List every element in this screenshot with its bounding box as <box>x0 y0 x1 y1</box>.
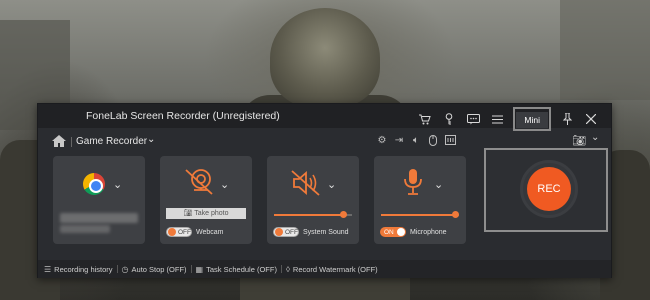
export-icon[interactable]: ⇥ <box>393 135 405 147</box>
slider-knob[interactable] <box>340 211 347 218</box>
clock-icon: ◷ <box>121 264 129 274</box>
recording-history-label: Recording history <box>54 264 113 274</box>
auto-stop-label: Auto Stop (OFF) <box>131 264 187 274</box>
source-card[interactable]: ⌄ <box>53 156 145 244</box>
speaker-muted-icon <box>291 170 320 196</box>
system-sound-toggle[interactable]: OFF <box>273 227 299 237</box>
take-photo-label: Take photo <box>194 210 229 217</box>
close-icon[interactable] <box>579 110 603 128</box>
chat-icon[interactable] <box>461 110 485 128</box>
camera-icon: 📷︎ <box>183 210 195 217</box>
system-sound-card[interactable]: ⌄ OFF System Sound <box>267 156 359 244</box>
settings-icon[interactable]: ⚙ <box>376 135 388 147</box>
slider-fill <box>381 214 455 216</box>
home-icon[interactable] <box>52 135 66 147</box>
background-building <box>560 0 650 100</box>
background-soldier-helmet <box>270 8 380 108</box>
chrome-icon <box>83 173 105 195</box>
system-sound-slider[interactable] <box>274 211 352 218</box>
toggle-state: ON <box>384 228 394 236</box>
menu-icon[interactable] <box>485 110 509 128</box>
pin-icon[interactable] <box>555 110 579 128</box>
chevron-down-icon[interactable]: ⌄ <box>327 178 336 191</box>
auto-stop-link[interactable]: ◷ Auto Stop (OFF) <box>122 265 187 274</box>
key-icon[interactable] <box>437 110 461 128</box>
slider-fill <box>274 214 343 216</box>
system-sound-label: System Sound <box>303 229 349 236</box>
drop-icon: ◊ <box>285 264 290 274</box>
record-watermark-label: Record Watermark (OFF) <box>292 264 378 274</box>
microphone-card[interactable]: ⌄ ON Microphone <box>374 156 466 244</box>
microphone-label: Microphone <box>410 229 447 236</box>
list-icon: ☰ <box>44 264 52 274</box>
webcam-label: Webcam <box>196 229 224 236</box>
rec-button[interactable]: REC <box>527 167 571 211</box>
microphone-slider[interactable] <box>381 211 459 218</box>
divider <box>190 265 192 273</box>
screenshot-camera-icon[interactable]: 📷︎ <box>572 134 586 147</box>
divider <box>71 137 72 147</box>
app-title: FoneLab Screen Recorder (Unregistered) <box>86 110 280 122</box>
mini-button-frame: Mini <box>513 107 551 131</box>
layout-icon[interactable] <box>444 135 456 147</box>
toggle-state: OFF <box>285 228 298 236</box>
webcam-card[interactable]: ⌄ 📷︎ Take photo OFF Webcam <box>160 156 252 244</box>
toggle-state: OFF <box>178 228 191 236</box>
chevron-down-icon[interactable]: ⌄ <box>113 178 122 191</box>
calendar-icon: ▦ <box>195 264 204 274</box>
rec-button-ring: REC <box>520 160 578 218</box>
speaker-icon[interactable]: 🔈︎ <box>410 135 422 147</box>
webcam-icon <box>185 169 213 195</box>
cart-icon[interactable] <box>413 110 437 128</box>
task-schedule-label: Task Schedule (OFF) <box>206 264 277 274</box>
tool-icons: ⚙ ⇥ 🔈︎ <box>376 135 456 147</box>
mini-button[interactable]: Mini <box>516 112 548 128</box>
chevron-down-icon[interactable]: ⌄ <box>220 178 229 191</box>
chevron-down-icon[interactable]: ⌄ <box>147 134 155 145</box>
blurred-window-detail <box>60 225 110 233</box>
status-bar: ☰ Recording history ◷ Auto Stop (OFF) ▦ … <box>38 260 611 278</box>
mouse-icon[interactable] <box>427 135 439 147</box>
toggle-knob <box>396 228 405 236</box>
chevron-down-icon[interactable]: ⌄ <box>591 132 599 143</box>
recording-history-link[interactable]: ☰ Recording history <box>44 265 113 274</box>
divider <box>116 265 118 273</box>
slider-knob[interactable] <box>452 211 459 218</box>
titlebar-controls: Mini <box>413 107 603 131</box>
recorder-window: FoneLab Screen Recorder (Unregistered) M… <box>37 103 612 278</box>
record-watermark-link[interactable]: ◊ Record Watermark (OFF) <box>286 265 378 274</box>
toggle-knob <box>168 228 176 236</box>
webcam-toggle[interactable]: OFF <box>166 227 192 237</box>
microphone-toggle[interactable]: ON <box>380 227 406 237</box>
task-schedule-link[interactable]: ▦ Task Schedule (OFF) <box>196 265 277 274</box>
take-photo-button[interactable]: 📷︎ Take photo <box>166 208 246 219</box>
microphone-icon <box>404 169 422 195</box>
recorder-mode-label[interactable]: Game Recorder <box>76 136 147 147</box>
divider <box>280 265 282 273</box>
toggle-knob <box>275 228 283 236</box>
chevron-down-icon[interactable]: ⌄ <box>434 178 443 191</box>
title-bar: FoneLab Screen Recorder (Unregistered) M… <box>38 104 611 131</box>
mode-toolbar: Game Recorder ⌄ ⚙ ⇥ 🔈︎ <box>38 131 481 153</box>
rec-panel: REC <box>484 148 608 232</box>
blurred-window-name <box>60 213 138 223</box>
